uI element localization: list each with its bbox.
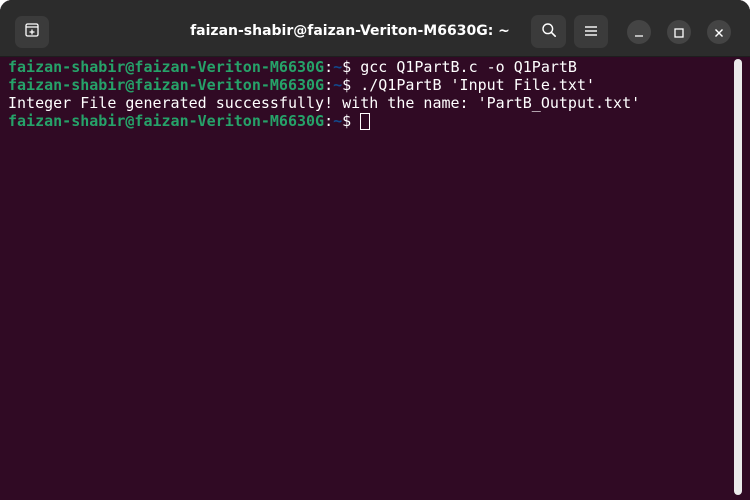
command-text: gcc Q1PartB.c -o Q1PartB <box>360 58 577 76</box>
prompt-separator: : <box>324 58 334 76</box>
new-tab-icon <box>24 22 40 42</box>
minimize-button[interactable] <box>627 20 651 44</box>
close-button[interactable] <box>707 20 731 44</box>
prompt-path: ~ <box>333 76 343 94</box>
terminal-line: faizan-shabir@faizan-Veriton-M6630G:~$ .… <box>8 76 595 94</box>
search-icon <box>541 22 557 42</box>
prompt-path: ~ <box>333 112 343 130</box>
scrollbar[interactable] <box>734 59 742 495</box>
prompt-path: ~ <box>333 58 343 76</box>
terminal-line: faizan-shabir@faizan-Veriton-M6630G:~$ <box>8 112 371 130</box>
terminal-line: faizan-shabir@faizan-Veriton-M6630G:~$ g… <box>8 58 577 76</box>
prompt-separator: : <box>324 112 334 130</box>
menu-button[interactable] <box>574 15 608 48</box>
text-cursor <box>360 113 371 130</box>
close-icon <box>714 23 724 42</box>
command-text: ./Q1PartB 'Input File.txt' <box>360 76 596 94</box>
title-bar[interactable]: faizan-shabir@faizan-Veriton-M6630G: ~ <box>0 0 750 57</box>
prompt-symbol: $ <box>342 58 361 76</box>
minimize-icon <box>634 23 644 42</box>
new-tab-button[interactable] <box>15 16 49 48</box>
prompt-user-host: faizan-shabir@faizan-Veriton-M6630G <box>8 76 325 94</box>
search-button[interactable] <box>531 15 566 48</box>
terminal-output-area[interactable]: faizan-shabir@faizan-Veriton-M6630G:~$ g… <box>0 57 750 500</box>
window-title: faizan-shabir@faizan-Veriton-M6630G: ~ <box>190 23 510 39</box>
maximize-icon <box>674 23 684 42</box>
terminal-line: Integer File generated successfully! wit… <box>8 94 640 112</box>
prompt-user-host: faizan-shabir@faizan-Veriton-M6630G <box>8 58 325 76</box>
prompt-symbol: $ <box>342 76 361 94</box>
prompt-user-host: faizan-shabir@faizan-Veriton-M6630G <box>8 112 325 130</box>
program-output: Integer File generated successfully! wit… <box>8 94 641 112</box>
terminal-window: faizan-shabir@faizan-Veriton-M6630G: ~ f… <box>0 0 750 500</box>
maximize-button[interactable] <box>667 20 691 44</box>
hamburger-menu-icon <box>584 22 598 41</box>
prompt-symbol: $ <box>342 112 361 130</box>
prompt-separator: : <box>324 76 334 94</box>
